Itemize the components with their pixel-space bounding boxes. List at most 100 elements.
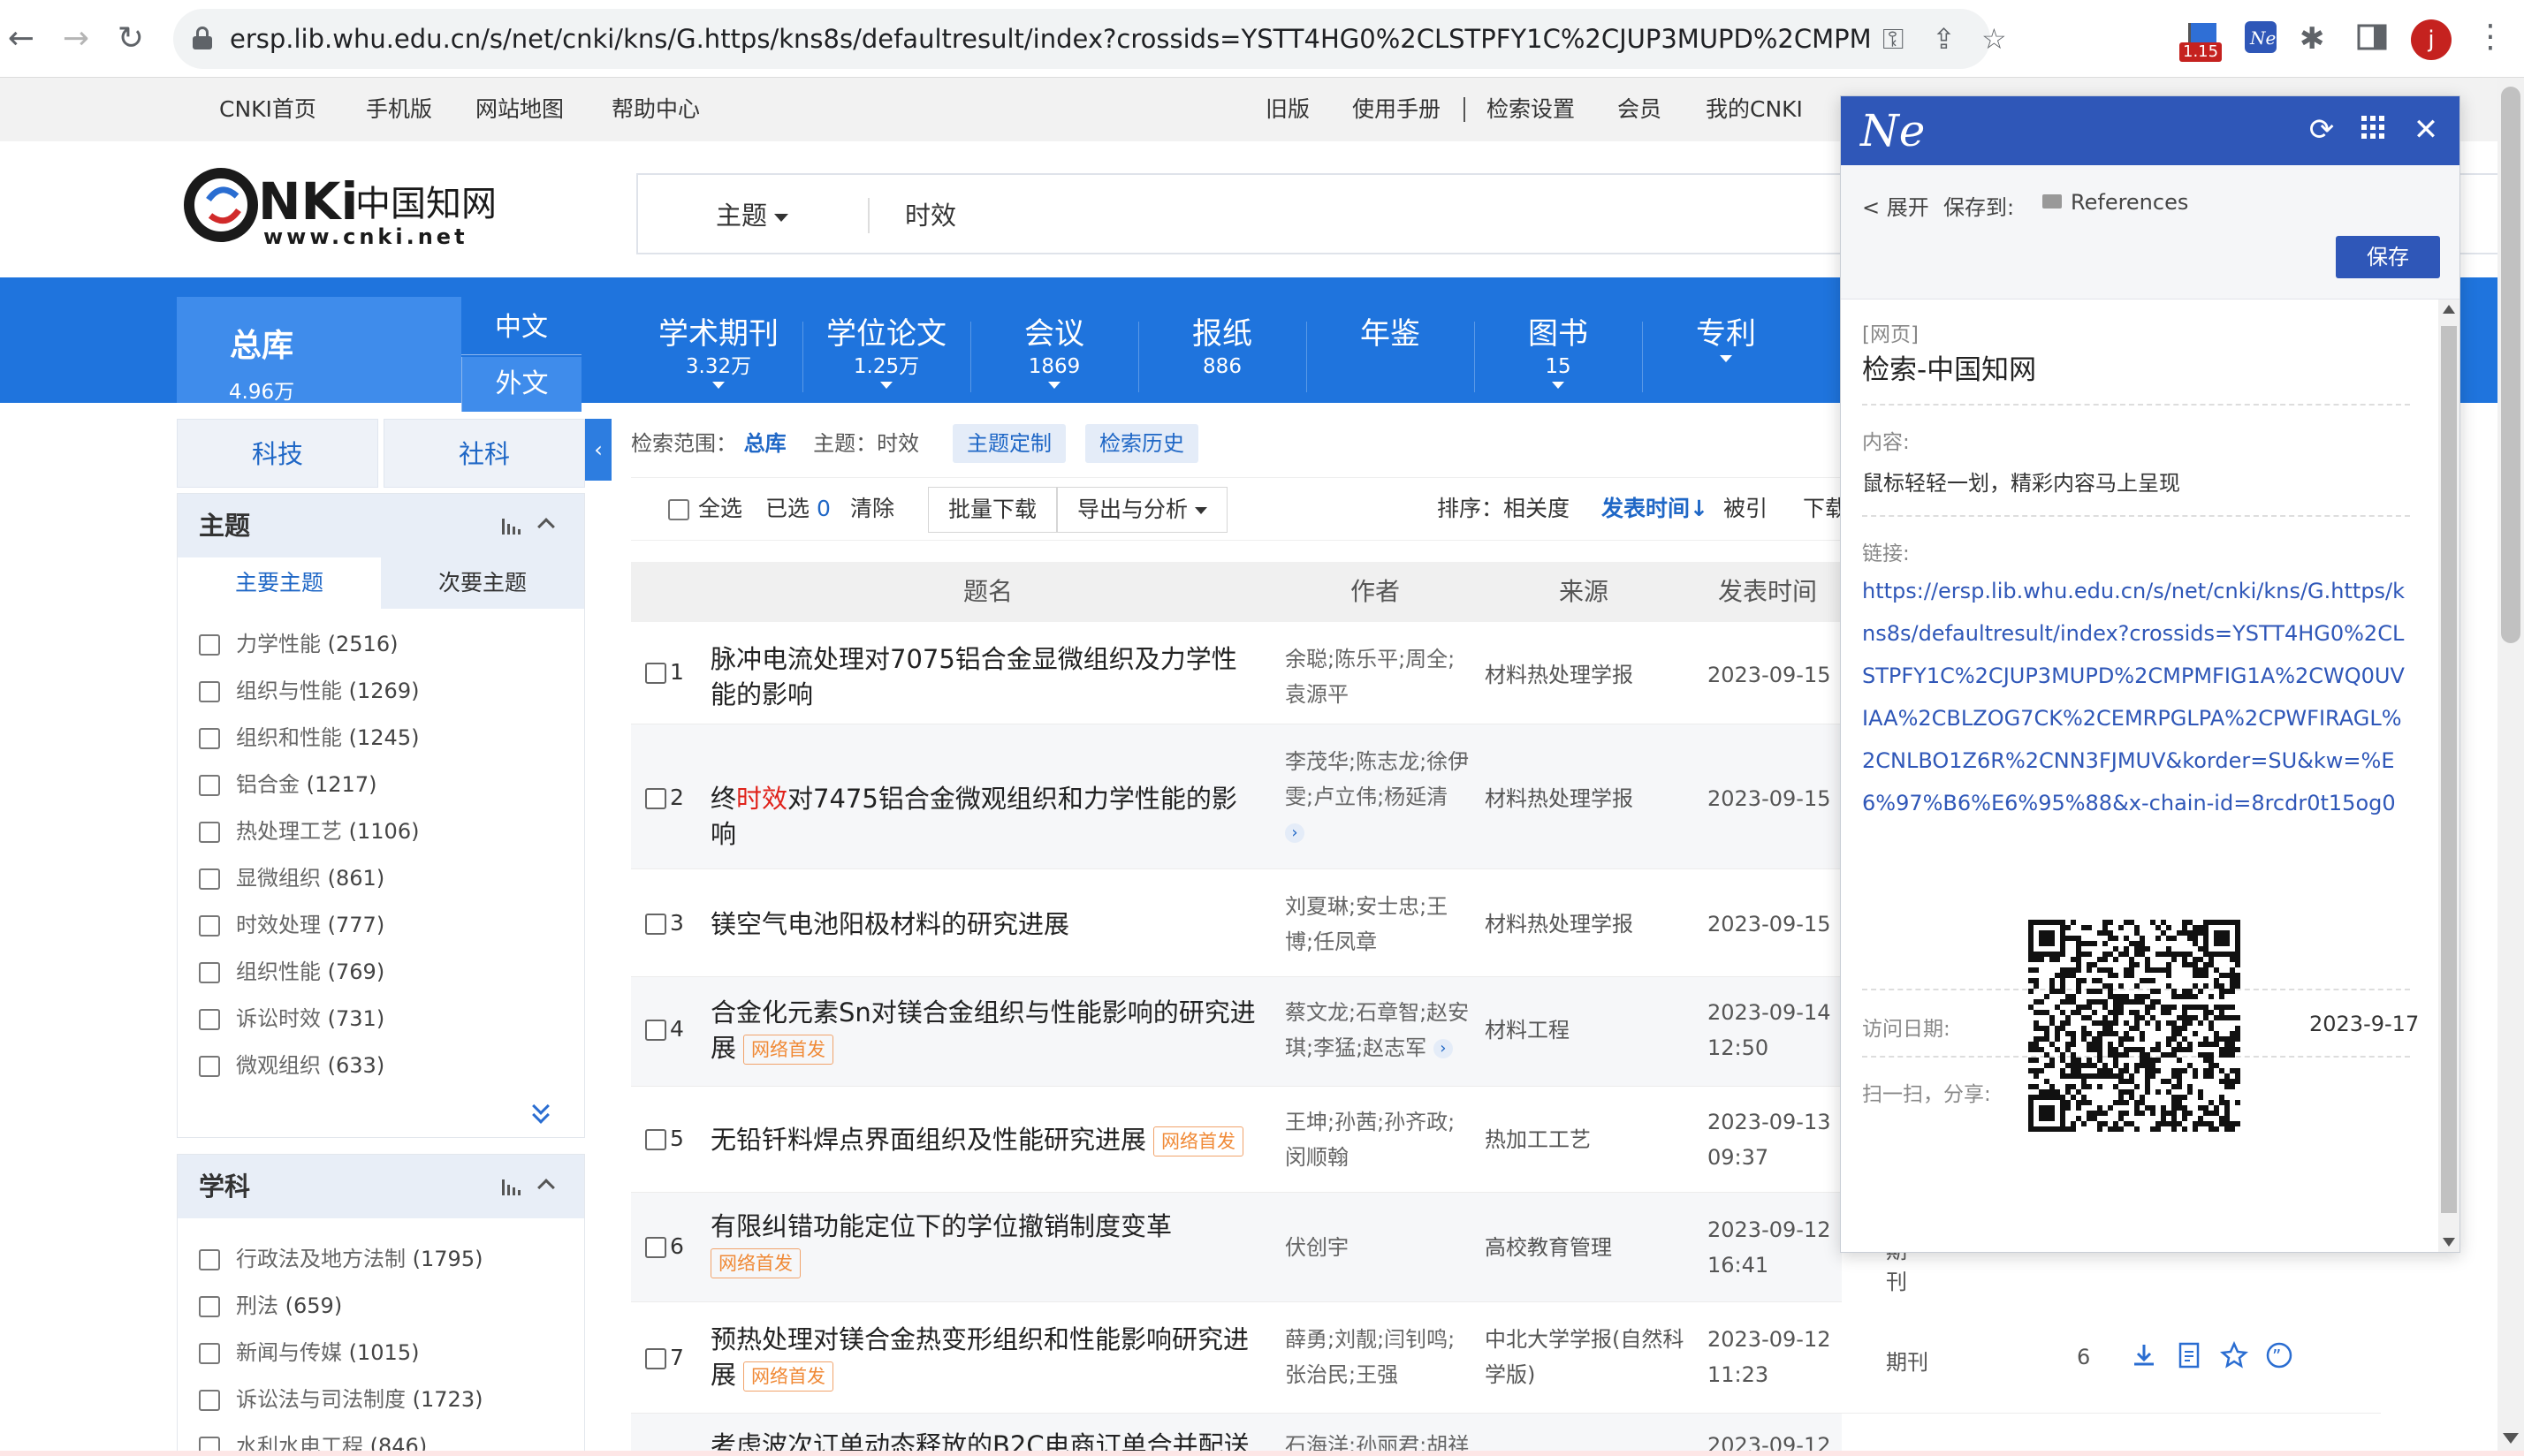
quote-icon[interactable]: ” <box>2265 1341 2293 1369</box>
result-authors[interactable]: 刘夏琳;安士忠;王博;任凤章 <box>1285 889 1471 959</box>
lang-tab-foreign[interactable]: 外文 <box>461 357 582 412</box>
result-authors[interactable]: 伏创宇 <box>1285 1230 1471 1265</box>
db-tab-patents[interactable]: 专利 <box>1644 315 1808 403</box>
topbar-link-sitemap[interactable]: 网站地图 <box>475 78 564 141</box>
list-item[interactable]: 力学性能 (2516) <box>199 621 419 668</box>
result-title[interactable]: 合金化元素Sn对镁合金组织与性能影响的研究进展 网络首发 <box>711 995 1258 1065</box>
result-source[interactable]: 高校教育管理 <box>1485 1230 1688 1265</box>
close-icon[interactable]: ✕ <box>2410 114 2442 146</box>
checkbox[interactable] <box>199 868 220 890</box>
puzzle-icon[interactable]: ✱ <box>2300 19 2338 58</box>
topic-customize-button[interactable]: 主题定制 <box>953 424 1066 463</box>
topbar-link-mobile[interactable]: 手机版 <box>366 78 432 141</box>
checkbox[interactable] <box>199 822 220 843</box>
checkbox[interactable] <box>199 775 220 796</box>
address-bar[interactable]: ersp.lib.whu.edu.cn/s/net/cnki/kns/G.htt… <box>173 9 2007 69</box>
subtab-primary-topic[interactable]: 主要主题 <box>178 557 381 609</box>
checkbox[interactable] <box>199 1390 220 1411</box>
result-source[interactable]: 中北大学学报(自然科学版) <box>1485 1322 1688 1392</box>
page-scrollbar[interactable] <box>2497 78 2524 1456</box>
checkbox[interactable] <box>199 1056 220 1077</box>
download-icon[interactable] <box>2130 1341 2158 1369</box>
back-icon[interactable]: ← <box>0 18 42 60</box>
cnki-logo[interactable]: NKi 中国知网 www.cnki.net <box>182 164 500 249</box>
list-item[interactable]: 铝合金 (1217) <box>199 762 419 808</box>
clear-button[interactable]: 清除 <box>850 478 894 540</box>
db-tab-conferences[interactable]: 会议 1869 <box>972 315 1137 403</box>
select-all[interactable]: 全选 <box>668 478 742 540</box>
list-item[interactable]: 显微组织 (861) <box>199 855 419 902</box>
profile-avatar[interactable]: j <box>2411 19 2452 60</box>
refresh-icon[interactable]: ⟳ <box>2306 114 2338 146</box>
list-item[interactable]: 行政法及地方法制 (1795) <box>199 1236 483 1283</box>
result-title[interactable]: 预热处理对镁合金热变形组织和性能影响研究进展 网络首发 <box>711 1322 1258 1392</box>
topbar-link-home[interactable]: CNKI首页 <box>219 78 316 141</box>
result-title[interactable]: 无铅钎料焊点界面组织及性能研究进展 网络首发 <box>711 1122 1294 1157</box>
checkbox[interactable] <box>199 1296 220 1317</box>
checkbox[interactable] <box>199 634 220 656</box>
field-tab-social[interactable]: 社科 <box>384 419 585 488</box>
list-item[interactable]: 组织性能 (769) <box>199 949 419 996</box>
share-icon[interactable]: ⇪ <box>1932 23 1956 55</box>
result-source[interactable]: 材料热处理学报 <box>1485 781 1688 816</box>
search-history-button[interactable]: 检索历史 <box>1085 424 1198 463</box>
sort-by-cited[interactable]: 被引 <box>1723 478 1768 540</box>
sidebar-collapse-button[interactable]: ‹ <box>585 419 612 481</box>
list-item[interactable]: 刑法 (659) <box>199 1283 483 1330</box>
checkbox[interactable] <box>199 962 220 983</box>
more-menu-icon[interactable]: ⋮ <box>2475 16 2506 58</box>
db-tab-theses[interactable]: 学位论文 1.25万 <box>804 315 969 403</box>
result-authors[interactable]: 余聪;陈乐平;周全;袁源平 <box>1285 641 1471 712</box>
chevron-right-icon[interactable]: › <box>1433 1039 1453 1058</box>
topbar-link-old-version[interactable]: 旧版 <box>1266 78 1310 141</box>
forward-icon[interactable]: → <box>55 18 97 60</box>
result-authors[interactable]: 王坤;孙茜;孙齐政;闵顺翰 <box>1285 1104 1471 1175</box>
result-source[interactable]: 材料工程 <box>1485 1012 1688 1048</box>
result-source[interactable]: 材料热处理学报 <box>1485 657 1688 693</box>
result-authors[interactable]: 蔡文龙;石章智;赵安琪;李猛;赵志军 › <box>1285 995 1471 1065</box>
captured-link[interactable]: https://ersp.lib.whu.edu.cn/s/net/cnki/k… <box>1862 570 2410 824</box>
chevron-up-icon[interactable] <box>537 1179 555 1196</box>
result-title[interactable]: 有限纠错功能定位下的学位撤销制度变革 网络首发 <box>711 1209 1258 1279</box>
popup-scrollbar[interactable] <box>2438 300 2459 1252</box>
result-authors[interactable]: 薛勇;刘靓;闫钊鸣;张治民;王强 <box>1285 1322 1471 1392</box>
apps-grid-icon[interactable] <box>2357 114 2389 146</box>
facet-header[interactable]: 学科 <box>178 1155 584 1218</box>
lock-icon[interactable] <box>193 27 212 49</box>
db-tab-yearbooks[interactable]: 年鉴 <box>1308 315 1472 403</box>
field-tab-science[interactable]: 科技 <box>177 419 378 488</box>
save-button[interactable]: 保存 <box>2336 236 2440 278</box>
topbar-link-manual[interactable]: 使用手册 <box>1352 78 1441 141</box>
db-tab-books[interactable]: 图书 15 <box>1476 315 1640 403</box>
result-title[interactable]: 脉冲电流处理对7075铝合金显微组织及力学性能的影响 <box>711 641 1258 712</box>
facet-header[interactable]: 主题 <box>178 494 584 557</box>
list-item[interactable]: 新闻与传媒 (1015) <box>199 1330 483 1376</box>
list-item[interactable]: 诉讼时效 (731) <box>199 996 419 1043</box>
html-read-icon[interactable] <box>2175 1341 2203 1369</box>
search-field-select[interactable]: 主题 <box>716 175 789 256</box>
row-checkbox[interactable] <box>645 914 666 935</box>
url-text[interactable]: ersp.lib.whu.edu.cn/s/net/cnki/kns/G.htt… <box>230 9 1874 69</box>
key-icon[interactable]: ⚿ <box>1882 23 1904 55</box>
subtab-secondary-topic[interactable]: 次要主题 <box>381 557 584 609</box>
result-source[interactable]: 热加工工艺 <box>1485 1122 1688 1157</box>
topbar-link-member[interactable]: 会员 <box>1617 78 1661 141</box>
search-input[interactable]: 时效 <box>905 175 956 256</box>
checkbox[interactable] <box>199 1343 220 1364</box>
db-tab-newspapers[interactable]: 报纸 886 <box>1140 315 1304 403</box>
checkbox[interactable] <box>668 499 689 520</box>
row-checkbox[interactable] <box>645 1129 666 1150</box>
sort-relevance[interactable]: 相关度 <box>1503 496 1570 521</box>
favorite-star-icon[interactable] <box>2220 1340 2249 1369</box>
note-extension-icon[interactable]: Ne <box>2243 19 2282 58</box>
checkbox[interactable] <box>199 681 220 702</box>
star-icon[interactable]: ☆ <box>1981 23 2007 55</box>
list-item[interactable]: 诉讼法与司法制度 (1723) <box>199 1376 483 1423</box>
result-title[interactable]: 镁空气电池阳极材料的研究进展 <box>711 906 1258 942</box>
export-analyze-dropdown[interactable]: 导出与分析 <box>1057 487 1228 533</box>
bar-chart-icon[interactable] <box>501 1176 524 1202</box>
checkbox[interactable] <box>199 915 220 937</box>
row-checkbox[interactable] <box>645 663 666 684</box>
checkbox[interactable] <box>199 728 220 749</box>
chevron-up-icon[interactable] <box>537 518 555 535</box>
